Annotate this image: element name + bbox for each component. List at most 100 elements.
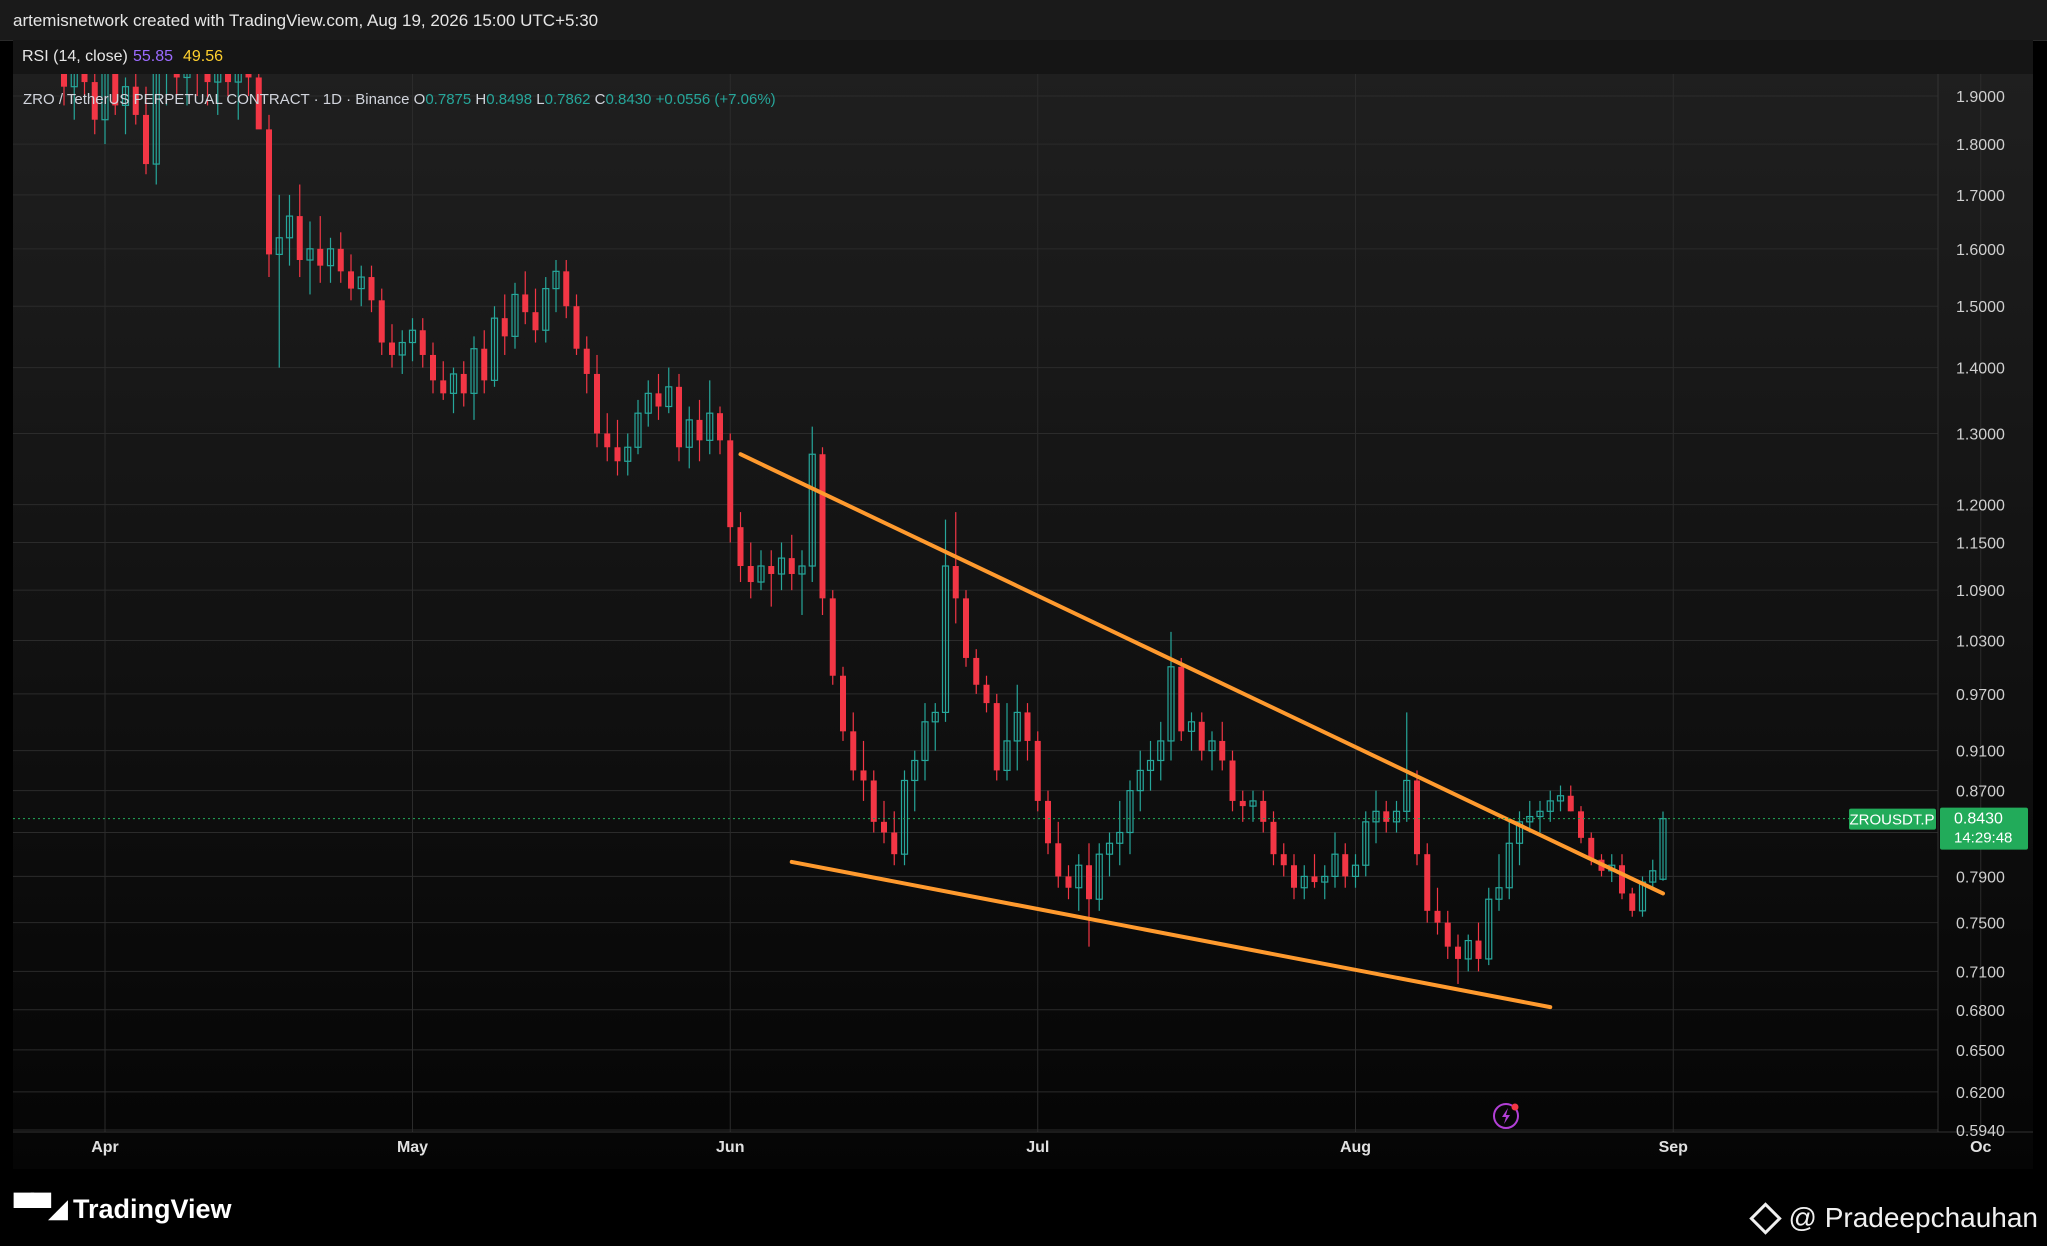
candle [511,282,519,349]
candle-body [1055,843,1062,877]
attribution-text: artemisnetwork created with TradingView.… [13,11,599,30]
symbol-legend: ZRO / TetherUS PERPETUAL CONTRACT · 1D ·… [23,91,776,108]
candle-body [1455,946,1461,959]
candle [296,184,303,278]
trendline-lower [789,859,1553,1010]
author-credit: @ Pradeepchauhan [1748,1201,2039,1235]
candle [1475,922,1482,972]
candle-body [583,348,590,374]
candle [1321,865,1329,900]
candle [1505,821,1513,900]
price-axis-label: 1.7000 [1956,188,2005,205]
candle-body [1239,800,1246,807]
candle [798,550,806,615]
candle [317,216,324,283]
candle-body [204,74,211,83]
candle [306,221,314,295]
candle [1260,790,1267,833]
candle-body [594,373,600,434]
candle [1444,910,1451,959]
candle-body [1342,854,1349,877]
symbol-legend-text: ZRO / TetherUS PERPETUAL CONTRACT · 1D ·… [23,91,776,108]
candle [634,399,642,455]
candle-body [61,74,67,87]
candle [337,232,344,283]
candle [285,194,294,266]
legend-symbol: ZRO / TetherUS PERPETUAL CONTRACT · 1D ·… [23,91,414,108]
tradingview-logo[interactable]: ▀▀◢ TradingView [14,1192,232,1226]
candle [614,419,621,476]
price-axis-label: 1.2000 [1956,498,2005,515]
legend-change: +0.0556 (+7.06%) [656,91,776,108]
candle [542,277,550,343]
time-axis-label: Sep [1659,1139,1689,1156]
candle-body [501,318,508,337]
price-axis-label: 1.6000 [1956,242,2005,259]
candle [1556,785,1565,812]
candle [1013,684,1021,771]
candle [1003,703,1011,781]
trendline-upper [738,452,1665,896]
candle [900,770,909,866]
candle [1392,800,1401,833]
candle-body [1229,760,1236,801]
time-axis-label: May [397,1139,428,1156]
candle [819,447,826,615]
candle-body [819,454,826,599]
chart-area[interactable]: 1.9000 1.8000 1.7000 1.6000 1.5000 1.4000 1.30… [13,74,2033,1169]
rsi-legend[interactable]: RSI (14, close) 55.85 49.56 [13,40,2033,74]
candle-body [768,566,775,574]
candle-body [173,74,180,78]
candle-body [1475,940,1482,959]
candle [481,330,488,394]
legend-close-value: 0.8430 [606,91,656,108]
candle [1424,843,1431,923]
candle [644,380,652,427]
candle-body [1178,666,1185,732]
price-tag-countdown: 14:29:48 [1954,830,2012,847]
candle-body [1383,811,1390,822]
price-axis-label: 0.8700 [1956,784,2005,801]
candle [1536,800,1544,833]
candle [522,271,529,325]
candle-body [963,598,969,658]
price-axis-label: 0.7900 [1956,869,2005,886]
candle [891,811,898,866]
candle [706,380,714,455]
candle [993,693,1000,781]
price-axis-label: 0.6500 [1956,1043,2005,1060]
lightning-alert-icon[interactable] [1493,1103,1519,1129]
price-chart[interactable]: 1.9000 1.8000 1.7000 1.6000 1.5000 1.4000 1.30… [13,74,2033,1169]
candles [61,74,1667,984]
binance-diamond-icon [1748,1201,1782,1235]
candle-body [952,566,959,599]
price-axis-label: 0.7100 [1956,964,2005,981]
candle-body [1270,821,1277,855]
time-axis-label: Aug [1340,1139,1371,1156]
candle [573,294,580,355]
candle [860,740,867,801]
legend-open-value: 0.7875 [425,91,475,108]
candle [1229,750,1236,812]
candle [1086,843,1092,947]
candle [470,336,478,420]
candle-body [973,657,980,685]
candle-body [676,386,682,448]
candle-body [296,216,303,261]
candle [1372,790,1380,844]
candle [696,399,703,462]
candle [1464,934,1472,972]
candle [676,373,682,462]
candle [1495,854,1503,911]
candle [952,512,959,624]
candle [1362,811,1370,877]
candle [1045,790,1051,855]
author-name: @ Pradeepchauhan [1788,1202,2039,1233]
candle [552,260,560,313]
candle [583,336,590,394]
rsi-label: RSI (14, close) [22,48,128,65]
candle [1146,740,1155,791]
candle-body [440,380,447,394]
candle [921,703,929,781]
candle-body [727,440,734,528]
